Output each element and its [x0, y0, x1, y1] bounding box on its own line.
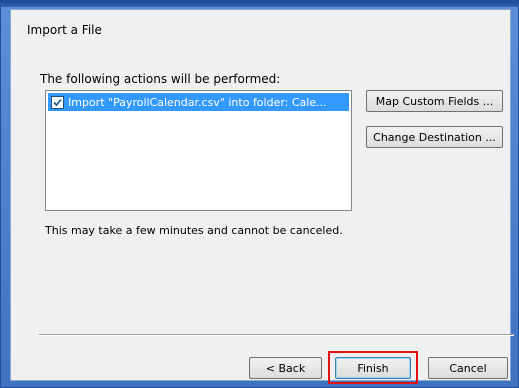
action-checkbox[interactable]	[51, 95, 64, 109]
action-item-label: Import "PayrollCalendar.csv" into folder…	[68, 95, 327, 109]
cancel-button[interactable]: Cancel	[428, 357, 508, 379]
list-item[interactable]: Import "PayrollCalendar.csv" into folder…	[48, 93, 349, 111]
back-button[interactable]: < Back	[249, 357, 322, 379]
map-custom-fields-button[interactable]: Map Custom Fields ...	[366, 90, 503, 112]
import-file-dialog: Import a File The following actions will…	[10, 9, 514, 384]
dialog-title: Import a File	[27, 23, 102, 37]
footer-separator	[39, 334, 514, 336]
checkmark-icon	[53, 98, 62, 106]
actions-label: The following actions will be performed:	[40, 72, 281, 86]
warning-text: This may take a few minutes and cannot b…	[45, 224, 343, 237]
window-frame: Import a File The following actions will…	[0, 0, 519, 388]
finish-button[interactable]: Finish	[335, 357, 411, 379]
title-bar-edge	[1, 1, 519, 7]
actions-list[interactable]: Import "PayrollCalendar.csv" into folder…	[45, 90, 352, 211]
change-destination-button[interactable]: Change Destination ...	[366, 126, 503, 148]
